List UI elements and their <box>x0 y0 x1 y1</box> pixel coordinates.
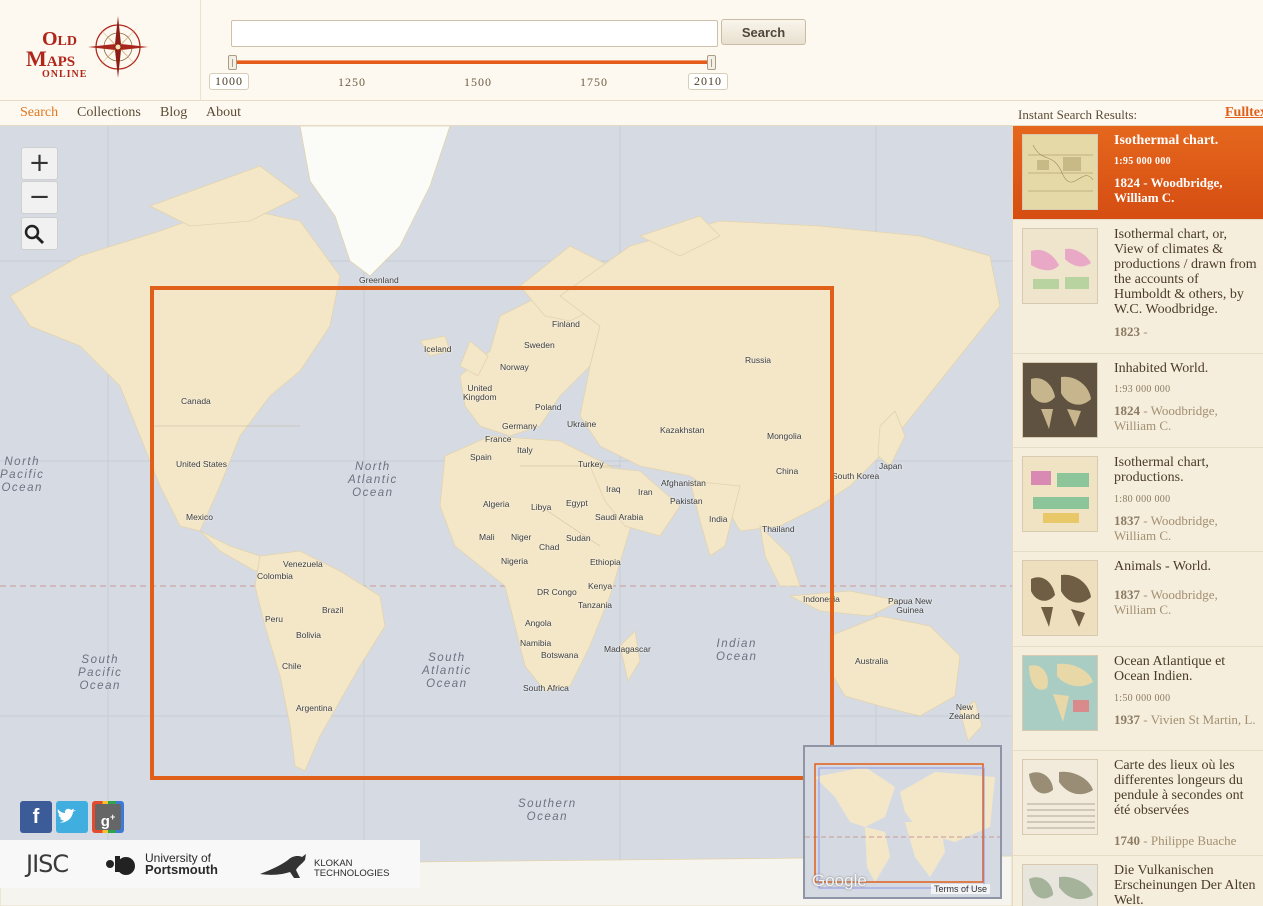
result-year: 1824 <box>1114 175 1140 190</box>
google-logo[interactable]: Google <box>812 871 867 891</box>
result-title[interactable]: Die Vulkanischen Erscheinungen Der Alten… <box>1114 863 1259 906</box>
zoom-in-button[interactable]: + <box>21 147 58 180</box>
result-meta: 1823 - <box>1114 324 1259 339</box>
zoom-out-button[interactable]: − <box>21 181 58 214</box>
logo[interactable]: Old Maps ONLINE <box>0 0 201 101</box>
nav-blog[interactable]: Blog <box>160 105 187 121</box>
result-meta: 1824 - Woodbridge, William C. <box>1114 403 1259 433</box>
result-thumbnail[interactable] <box>1022 456 1098 532</box>
klokan-line-2: TECHNOLOGIES <box>314 868 390 879</box>
ocean-north-pacific: North Pacific Ocean <box>0 456 44 495</box>
result-year: 1740 <box>1114 833 1140 848</box>
terms-of-use-link[interactable]: Terms of Use <box>931 884 990 894</box>
nav-search[interactable]: Search <box>20 105 58 121</box>
result-thumbnail[interactable] <box>1022 655 1098 731</box>
result-item[interactable]: Isothermal chart, or, View of climates &… <box>1013 220 1263 354</box>
map-label-japan: Japan <box>879 461 902 471</box>
search-area-rectangle[interactable] <box>150 286 834 780</box>
result-meta: 1837 - Woodbridge, William C. <box>1114 513 1259 543</box>
result-title[interactable]: Isothermal chart. <box>1114 133 1259 148</box>
logo-text: Old Maps ONLINE <box>26 30 87 79</box>
result-title[interactable]: Animals - World. <box>1114 559 1259 574</box>
jisc-logo[interactable]: JISC <box>26 850 68 878</box>
start-year-label: 1000 <box>209 73 249 90</box>
result-item[interactable]: Die Vulkanischen Erscheinungen Der Alten… <box>1013 856 1263 906</box>
result-thumbnail[interactable] <box>1022 228 1098 304</box>
instant-search-results: Isothermal chart. 1:95 000 000 1824 - Wo… <box>1012 126 1263 906</box>
result-scale: 1:95 000 000 <box>1114 156 1171 167</box>
map-canvas[interactable]: Greenland Iceland Finland Sweden Norway … <box>0 126 1012 906</box>
map-label-new-zealand: New Zealand <box>949 703 980 721</box>
result-thumbnail[interactable] <box>1022 560 1098 636</box>
logo-line-2: Maps <box>26 49 87 70</box>
portsmouth-line-2: Portsmouth <box>145 862 218 877</box>
result-title[interactable]: Ocean Atlantique et Ocean Indien. <box>1114 654 1259 684</box>
result-item[interactable]: Isothermal chart, productions. 1:80 000 … <box>1013 448 1263 552</box>
result-thumbnail[interactable] <box>1022 759 1098 835</box>
map-label-australia: Australia <box>855 656 888 666</box>
result-scale: 1:50 000 000 <box>1114 693 1170 704</box>
result-scale: 1:93 000 000 <box>1114 384 1170 395</box>
timeline-tick-1250: 1250 <box>338 75 366 90</box>
instant-search-results-label: Instant Search Results: <box>1018 107 1137 123</box>
compass-rose-icon <box>86 14 150 80</box>
ocean-south-pacific: South Pacific Ocean <box>78 654 122 693</box>
fulltext-link[interactable]: Fulltext <box>1225 105 1263 121</box>
ocean-southern: Southern Ocean <box>518 798 577 824</box>
google-plus-icon[interactable]: g+ <box>92 801 124 833</box>
result-title[interactable]: Isothermal chart, productions. <box>1114 455 1259 485</box>
timeline-slider-track[interactable] <box>232 60 712 64</box>
klokan-logo[interactable]: KLOKAN TECHNOLOGIES <box>314 859 390 879</box>
end-year-label: 2010 <box>688 73 728 90</box>
map-label-south-korea: South Korea <box>832 471 879 481</box>
timeline-start-handle[interactable] <box>228 55 237 70</box>
timeline-tick-1500: 1500 <box>464 75 492 90</box>
result-meta: 1740 - Philippe Buache <box>1114 833 1259 848</box>
portsmouth-logo-icon <box>102 852 140 878</box>
result-title[interactable]: Inhabited World. <box>1114 361 1259 376</box>
result-item[interactable]: Carte des lieux où les differentes longe… <box>1013 751 1263 856</box>
result-year: 1824 <box>1114 403 1140 418</box>
result-thumbnail[interactable] <box>1022 362 1098 438</box>
result-author: Vivien St Martin, L. <box>1151 712 1256 727</box>
result-meta: 1837 - Woodbridge, William C. <box>1114 587 1259 617</box>
header: Old Maps ONLINE Search 1000 1250 1500 17… <box>0 0 1263 101</box>
result-thumbnail[interactable] <box>1022 134 1098 210</box>
logo-line-3: ONLINE <box>26 70 87 80</box>
magnifier-icon[interactable] <box>21 217 58 250</box>
result-year: 1837 <box>1114 513 1140 528</box>
map-label-greenland: Greenland <box>359 275 399 285</box>
result-item[interactable]: Ocean Atlantique et Ocean Indien. 1:50 0… <box>1013 647 1263 751</box>
result-meta: 1824 - Woodbridge, William C. <box>1114 175 1259 205</box>
result-title[interactable]: Isothermal chart, or, View of climates &… <box>1114 227 1259 317</box>
timeline-tick-1750: 1750 <box>580 75 608 90</box>
result-year: 1937 <box>1114 712 1140 727</box>
result-year: 1837 <box>1114 587 1140 602</box>
result-item[interactable]: Inhabited World. 1:93 000 000 1824 - Woo… <box>1013 354 1263 448</box>
result-item[interactable]: Isothermal chart. 1:95 000 000 1824 - Wo… <box>1013 126 1263 220</box>
navbar: Search Collections Blog About Instant Se… <box>0 101 1263 126</box>
portsmouth-logo[interactable]: University of Portsmouth <box>145 852 218 876</box>
facebook-icon[interactable]: f <box>20 801 52 833</box>
result-scale: 1:80 000 000 <box>1114 494 1170 505</box>
timeline-end-handle[interactable] <box>707 55 716 70</box>
nav-about[interactable]: About <box>206 105 241 121</box>
result-year: 1823 <box>1114 324 1140 339</box>
nav-collections[interactable]: Collections <box>77 105 141 121</box>
search-button[interactable]: Search <box>721 19 806 45</box>
search-input[interactable] <box>231 20 718 47</box>
kangaroo-icon <box>258 852 312 880</box>
map-label-papua-new-guinea: Papua New Guinea <box>888 597 932 615</box>
result-item[interactable]: Animals - World. 1837 - Woodbridge, Will… <box>1013 552 1263 647</box>
result-thumbnail[interactable] <box>1022 864 1098 906</box>
result-author: Philippe Buache <box>1151 833 1237 848</box>
result-meta: 1937 - Vivien St Martin, L. <box>1114 712 1259 727</box>
result-title[interactable]: Carte des lieux où les differentes longe… <box>1114 758 1259 818</box>
twitter-icon[interactable] <box>56 801 88 833</box>
partner-logos: JISC University of Portsmouth KLOKAN TEC… <box>0 840 420 888</box>
